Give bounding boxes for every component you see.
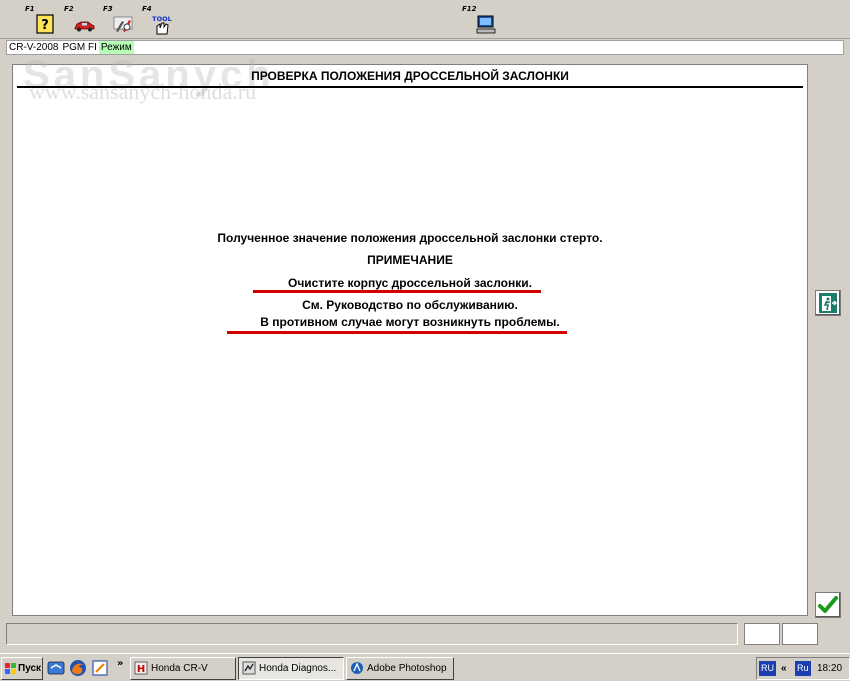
ok-button[interactable] [815, 592, 841, 618]
f4-tool-button[interactable]: F4 TOOL [141, 4, 175, 36]
honda-app-icon: H [134, 661, 148, 675]
status-box-1 [744, 623, 780, 645]
start-label: Пуск [18, 663, 42, 674]
firefox-launch-button[interactable] [69, 659, 87, 677]
f2-key-label: F2 [64, 5, 74, 13]
task-label: Honda CR-V [151, 663, 208, 674]
note-heading: ПРИМЕЧАНИЕ [367, 253, 453, 267]
status-bar [6, 623, 842, 645]
windows-flag-icon [5, 662, 16, 674]
language-indicator[interactable]: RU [759, 661, 776, 676]
notepad-launch-button[interactable] [91, 659, 109, 677]
f2-vehicle-button[interactable]: F2 [63, 4, 97, 36]
main-panel: SanSanych www.sansanych-honda.ru ПРОВЕРК… [12, 53, 808, 616]
clock: 18:20 [817, 663, 843, 674]
page-title: ПРОВЕРКА ПОЛОЖЕНИЯ ДРОССЕЛЬНОЙ ЗАСЛОНКИ [17, 67, 803, 88]
result-message: Полученное значение положения дроссельно… [217, 231, 603, 245]
task-label: Adobe Photoshop [367, 663, 447, 674]
computer-icon [475, 13, 497, 35]
f1-key-label: F1 [25, 5, 35, 13]
task-honda-crv[interactable]: H Honda CR-V [130, 657, 236, 680]
car-icon [73, 13, 95, 35]
status-box-2 [782, 623, 818, 645]
f3-key-label: F3 [103, 5, 113, 13]
status-field [6, 623, 738, 645]
firefox-icon [70, 660, 86, 676]
exit-door-icon [819, 293, 837, 313]
language-toggle[interactable]: « [781, 658, 787, 679]
checkmark-icon [818, 596, 838, 613]
note-service-manual: См. Руководство по обслуживанию. [302, 298, 518, 312]
show-desktop-button[interactable] [47, 659, 65, 677]
f3-tools-button[interactable]: F3 [102, 4, 136, 36]
toolbar: F1 ? F2 F3 F4 TOOL F12 [0, 0, 850, 39]
red-underline [227, 331, 567, 334]
notepad-icon [92, 660, 108, 676]
system-tray: RU « Ru 18:20 [756, 657, 850, 680]
tools-icon [112, 13, 134, 35]
taskbar: Пуск » H Honda CR-V Honda Diagnos... Adob… [0, 653, 850, 681]
f4-key-label: F4 [142, 5, 152, 13]
task-honda-diagnostics[interactable]: Honda Diagnos... [238, 657, 344, 680]
note-problems-warning: В противном случае могут возникнуть проб… [260, 315, 560, 329]
start-button[interactable]: Пуск [1, 657, 43, 680]
f12-key-label: F12 [462, 5, 477, 13]
tool-icon-text: TOOL [152, 15, 172, 23]
task-label: Honda Diagnos... [259, 663, 337, 674]
diagnostics-app-icon [242, 661, 256, 675]
f12-computer-button[interactable]: F12 [461, 4, 497, 36]
keyboard-layout-indicator[interactable]: Ru [795, 661, 811, 676]
quicklaunch-chevron[interactable]: » [117, 658, 123, 669]
exit-button[interactable] [815, 290, 841, 316]
red-underline [253, 290, 541, 293]
help-icon: ? [34, 13, 56, 35]
svg-text:H: H [137, 664, 145, 675]
svg-text:?: ? [41, 18, 49, 33]
note-clean-throttle: Очистите корпус дроссельной заслонки. [288, 276, 532, 290]
task-adobe-photoshop[interactable]: Adobe Photoshop [346, 657, 454, 680]
photoshop-app-icon [350, 661, 364, 675]
tool-hand-icon: TOOL [151, 13, 173, 35]
f1-help-button[interactable]: F1 ? [24, 4, 58, 36]
desktop-icon [47, 661, 65, 675]
